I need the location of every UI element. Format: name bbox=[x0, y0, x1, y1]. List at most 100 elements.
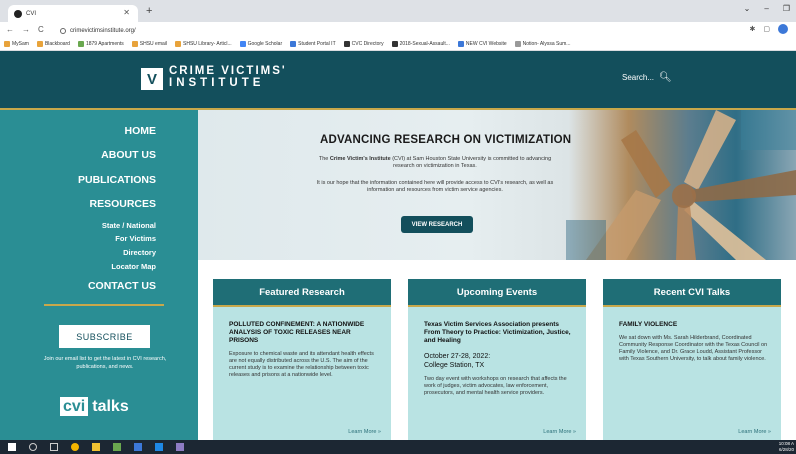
bookmark-item[interactable]: NEW CVI Website bbox=[457, 41, 507, 47]
nav-directory[interactable]: Directory bbox=[123, 248, 156, 257]
bookmark-item[interactable]: Google Scholar bbox=[239, 41, 282, 47]
card-title[interactable]: Texas Victim Services Association presen… bbox=[424, 321, 576, 345]
app-icon[interactable] bbox=[176, 443, 184, 451]
store-icon[interactable] bbox=[113, 443, 121, 451]
hero-banner: ADVANCING RESEARCH ON VICTIMIZATION The … bbox=[198, 110, 796, 260]
sidebar: HOME ABOUT US PUBLICATIONS RESOURCES Sta… bbox=[0, 110, 198, 440]
card-body: Texas Victim Services Association presen… bbox=[424, 321, 576, 397]
cvi-logo-icon[interactable]: V bbox=[141, 68, 163, 90]
site-info-icon[interactable] bbox=[60, 27, 66, 34]
hands-together-image bbox=[566, 110, 796, 260]
bookmark-item[interactable]: Student Portal IT bbox=[290, 41, 336, 47]
chrome-icon[interactable] bbox=[71, 443, 79, 451]
talks-logo-cvi: cvi bbox=[60, 397, 89, 416]
bookmark-icon bbox=[36, 41, 43, 47]
site-favicon-icon bbox=[14, 9, 22, 18]
cvi-talks-logo[interactable]: cvi talks bbox=[60, 397, 129, 416]
tab-title: CVI bbox=[26, 10, 37, 17]
bookmarks-bar: MySam Blackboard 1879 Apartments SHSU em… bbox=[0, 38, 796, 51]
recent-talks-card: Recent CVI Talks FAMILY VIOLENCE We sat … bbox=[603, 279, 781, 440]
bookmark-item[interactable]: MySam bbox=[4, 41, 29, 47]
sidebar-divider bbox=[44, 304, 164, 306]
app-icon[interactable] bbox=[155, 443, 163, 451]
hero-intro: The Crime Victim's Institute (CVI) at Sa… bbox=[318, 156, 552, 169]
bookmark-icon bbox=[343, 41, 350, 47]
card-text: We sat down with Ms. Sarah Hilderbrand, … bbox=[619, 335, 768, 362]
card-text: Two day event with workshops on research… bbox=[424, 376, 567, 396]
back-icon[interactable]: ← bbox=[6, 25, 14, 34]
forward-icon[interactable]: → bbox=[22, 25, 30, 34]
card-title[interactable]: POLLUTED CONFINEMENT: A NATIONWIDE ANALY… bbox=[229, 321, 381, 345]
bookmark-icon bbox=[514, 41, 521, 47]
bookmark-icon bbox=[239, 41, 246, 47]
card-text: Exposure to chemical waste and its atten… bbox=[229, 351, 374, 378]
site-logo-text[interactable]: CRIME VICTIMS' INSTITUTE bbox=[169, 65, 287, 89]
chevron-down-icon[interactable]: ⌄ bbox=[744, 4, 751, 13]
bookmark-item[interactable]: CVC Directory bbox=[343, 41, 384, 47]
reload-icon[interactable]: C bbox=[38, 25, 44, 34]
view-research-button[interactable]: VIEW RESEARCH bbox=[401, 216, 473, 233]
file-explorer-icon[interactable] bbox=[92, 443, 100, 451]
close-tab-icon[interactable]: ✕ bbox=[123, 8, 130, 17]
bookmark-icon bbox=[175, 41, 182, 47]
navigation-buttons: ← → C bbox=[6, 25, 44, 34]
bookmark-item[interactable]: SHSU Library- Articl... bbox=[175, 41, 232, 47]
bookmark-item[interactable]: 2018-Sexual-Assault... bbox=[391, 41, 450, 47]
nav-locator-map[interactable]: Locator Map bbox=[111, 262, 156, 271]
logo-line2: INSTITUTE bbox=[169, 77, 265, 89]
url-text: crimevictimsinstitute.org/ bbox=[70, 27, 136, 34]
extensions-icon[interactable]: ✱ bbox=[750, 25, 756, 33]
bookmark-icon bbox=[391, 41, 398, 47]
profile-avatar[interactable] bbox=[778, 24, 788, 34]
nav-publications[interactable]: PUBLICATIONS bbox=[78, 174, 156, 186]
nav-state-national[interactable]: State / National bbox=[102, 221, 156, 230]
browser-tab[interactable]: CVI ✕ bbox=[8, 5, 138, 22]
nav-contact-us[interactable]: CONTACT US bbox=[88, 280, 156, 292]
learn-more-link[interactable]: Learn More » bbox=[738, 429, 771, 435]
learn-more-link[interactable]: Learn More » bbox=[543, 429, 576, 435]
address-bar-actions: ✱ ▢ bbox=[750, 24, 788, 34]
institute-name: Crime Victim's Institute bbox=[329, 156, 391, 162]
site-header: V CRIME VICTIMS' INSTITUTE Search... 🔍︎ bbox=[0, 51, 796, 108]
hero-title: ADVANCING RESEARCH ON VICTIMIZATION bbox=[320, 134, 572, 146]
bookmark-icon bbox=[4, 41, 10, 47]
hero-description: It is our hope that the information cont… bbox=[316, 180, 554, 193]
subscribe-button[interactable]: SUBSCRIBE bbox=[59, 325, 150, 348]
logo-line1: CRIME VICTIMS' bbox=[169, 65, 287, 77]
address-field[interactable]: crimevictimsinstitute.org/ bbox=[60, 25, 136, 36]
nav-home[interactable]: HOME bbox=[125, 125, 157, 137]
nav-for-victims[interactable]: For Victims bbox=[115, 234, 156, 243]
upcoming-events-card: Upcoming Events Texas Victim Services As… bbox=[408, 279, 586, 440]
minimize-icon[interactable]: – bbox=[764, 4, 768, 13]
subscribe-description: Join our email list to get the latest in… bbox=[43, 356, 167, 370]
taskbar-icons bbox=[8, 443, 184, 451]
bookmark-item[interactable]: 1879 Apartments bbox=[77, 41, 124, 47]
bookmark-icon bbox=[290, 41, 297, 47]
bookmark-icon bbox=[131, 41, 138, 47]
bookmark-item[interactable]: SHSU email bbox=[131, 41, 167, 47]
address-bar-row: ← → C crimevictimsinstitute.org/ ✱ ▢ bbox=[0, 22, 796, 38]
nav-about-us[interactable]: ABOUT US bbox=[101, 149, 156, 161]
search-icon[interactable]: 🔍︎ bbox=[659, 72, 672, 83]
card-body: POLLUTED CONFINEMENT: A NATIONWIDE ANALY… bbox=[229, 321, 381, 379]
new-tab-icon[interactable]: + bbox=[146, 5, 152, 17]
search-icon[interactable] bbox=[29, 443, 37, 451]
nav-resources[interactable]: RESOURCES bbox=[89, 198, 156, 210]
mail-icon[interactable] bbox=[134, 443, 142, 451]
bookmark-item[interactable]: Blackboard bbox=[36, 41, 70, 47]
search-label: Search... bbox=[622, 73, 655, 82]
talks-logo-word: talks bbox=[92, 397, 129, 415]
featured-research-card: Featured Research POLLUTED CONFINEMENT: … bbox=[213, 279, 391, 440]
taskbar-clock[interactable]: 10:08 A 6/28/20 bbox=[779, 441, 794, 453]
bookmark-item[interactable]: Notion- Alyssa Sum... bbox=[514, 41, 570, 47]
task-view-icon[interactable] bbox=[50, 443, 58, 451]
maximize-icon[interactable]: ❐ bbox=[783, 4, 790, 13]
start-icon[interactable] bbox=[8, 443, 16, 451]
card-body: FAMILY VIOLENCE We sat down with Ms. Sar… bbox=[619, 321, 771, 363]
sidepanel-icon[interactable]: ▢ bbox=[763, 25, 770, 33]
bookmark-icon bbox=[77, 41, 84, 47]
card-title[interactable]: FAMILY VIOLENCE bbox=[619, 321, 771, 329]
bookmark-icon bbox=[457, 41, 464, 47]
site-search[interactable]: Search... 🔍︎ bbox=[622, 72, 672, 83]
learn-more-link[interactable]: Learn More » bbox=[348, 429, 381, 435]
